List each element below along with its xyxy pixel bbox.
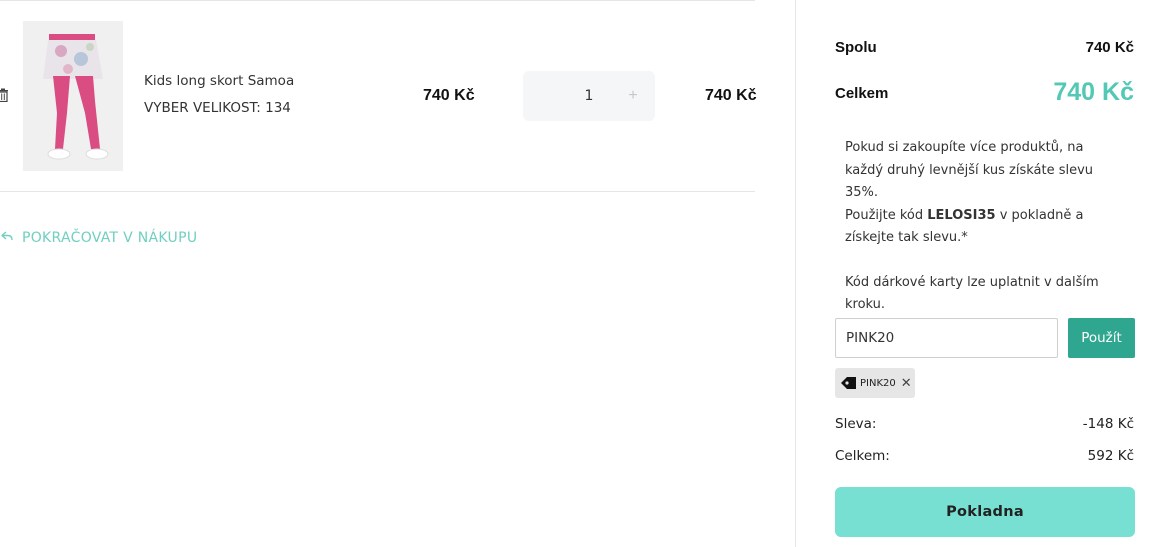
- promo-line-1: Pokud si zakoupíte více produktů, na kaž…: [845, 140, 1094, 200]
- top-divider: [0, 0, 755, 1]
- subtotal-value: 740 Kč: [1085, 39, 1134, 56]
- subtotal-label: Spolu: [835, 39, 877, 56]
- product-image[interactable]: [23, 21, 123, 171]
- continue-shopping-link[interactable]: POKRAČOVAT V NÁKUPU: [0, 229, 197, 247]
- line-total: 740 Kč: [705, 87, 757, 104]
- applied-coupon-code: PINK20: [860, 377, 896, 389]
- quantity-increase-button[interactable]: +: [611, 71, 655, 121]
- total-label: Celkem: [835, 85, 889, 102]
- grand-total-label: Celkem:: [835, 448, 890, 464]
- reply-arrow-icon: [0, 229, 14, 247]
- checkout-button[interactable]: Pokladna: [835, 487, 1135, 537]
- trash-icon[interactable]: [0, 87, 9, 103]
- total-value: 740 Kč: [1053, 78, 1134, 106]
- promo-line-2: Použijte kód LELOSI35 v pokladně a získe…: [845, 207, 1084, 246]
- tag-icon: [840, 374, 858, 392]
- continue-shopping-label: POKRAČOVAT V NÁKUPU: [22, 230, 198, 246]
- applied-coupon-chip: PINK20 ✕: [835, 368, 915, 398]
- product-name[interactable]: Kids long skort Samoa: [144, 73, 294, 89]
- discount-value: -148 Kč: [1082, 416, 1134, 432]
- quantity-value[interactable]: 1: [567, 71, 611, 121]
- promo-text: Pokud si zakoupíte více produktů, na kaž…: [845, 137, 1125, 317]
- gift-card-note: Kód dárkové karty lze uplatnit v dalším …: [845, 274, 1099, 313]
- quantity-decrease-button[interactable]: [523, 71, 567, 121]
- row-divider: [0, 191, 755, 192]
- coupon-input[interactable]: [835, 318, 1058, 358]
- unit-price: 740 Kč: [423, 87, 475, 104]
- promo-code: LELOSI35: [927, 207, 996, 223]
- grand-total-value: 592 Kč: [1087, 448, 1134, 464]
- quantity-stepper: 1 +: [523, 71, 655, 121]
- discount-label: Sleva:: [835, 416, 877, 432]
- apply-coupon-button[interactable]: Použít: [1068, 318, 1135, 358]
- product-variant: VYBER VELIKOST: 134: [144, 100, 291, 116]
- close-icon[interactable]: ✕: [901, 377, 912, 390]
